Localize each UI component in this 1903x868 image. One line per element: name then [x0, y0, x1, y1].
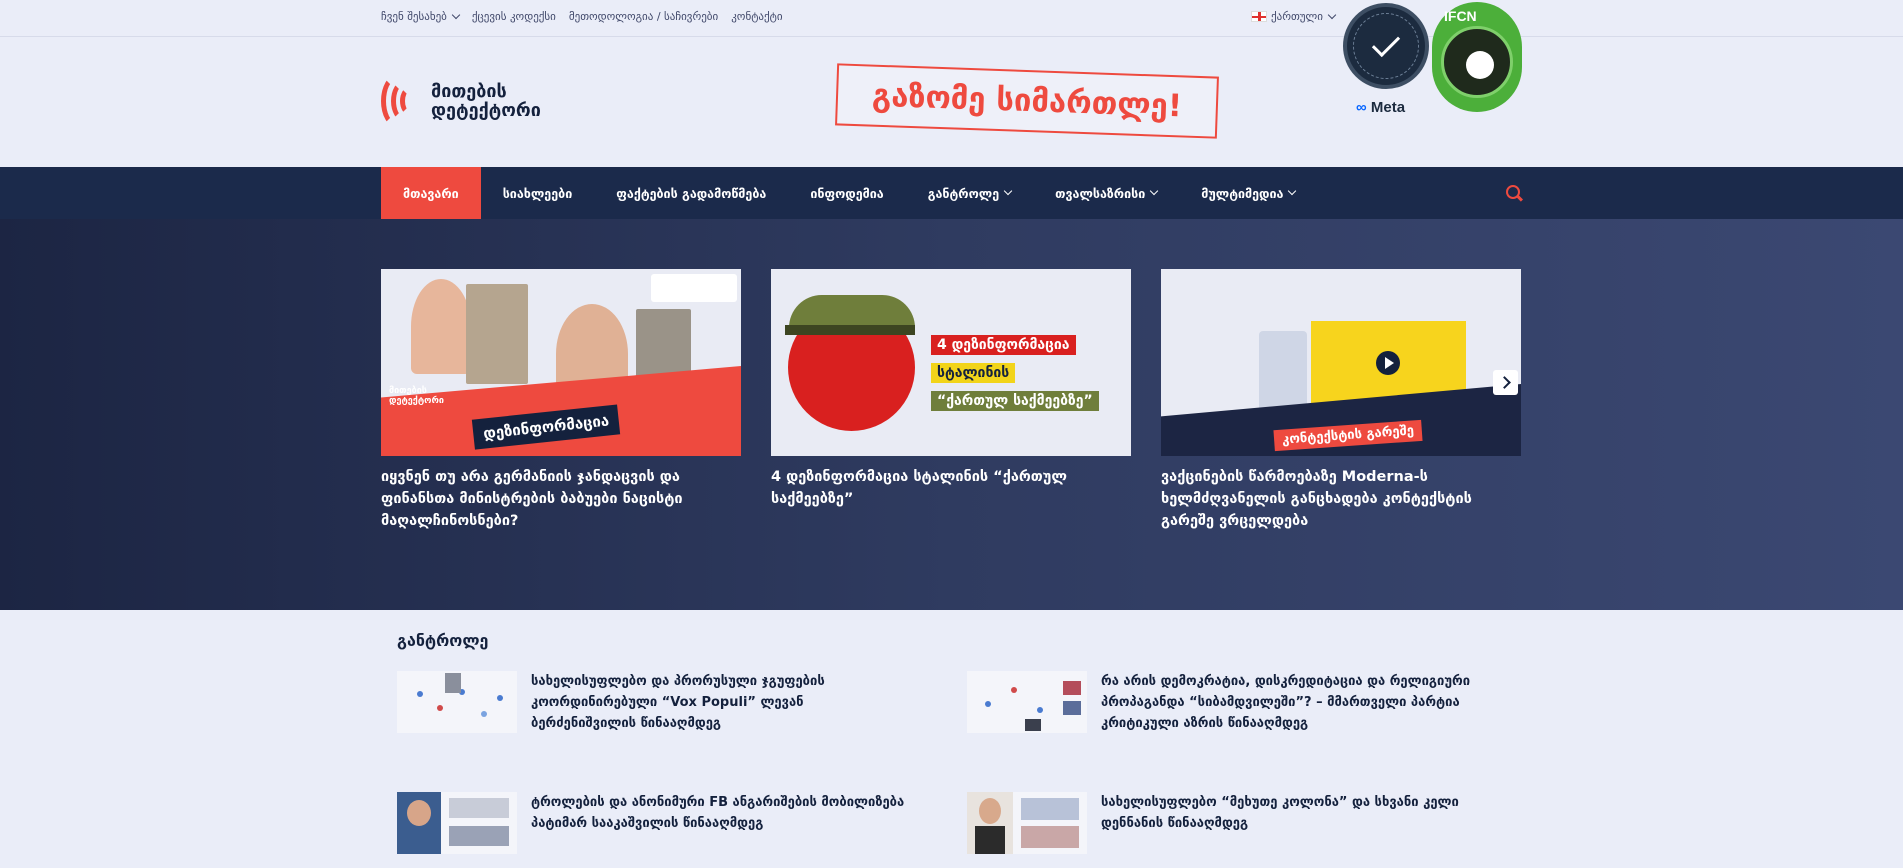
- nav-item-home[interactable]: მთავარი: [381, 167, 481, 219]
- featured-card[interactable]: მითების დეტექტორი დეზინფორმაცია იყვნენ თ…: [381, 269, 741, 532]
- language-selector[interactable]: ქართული: [1251, 10, 1337, 23]
- post-thumbnail[interactable]: [967, 792, 1087, 854]
- featured-card-image[interactable]: კონტექსტის გარეშე: [1161, 269, 1521, 456]
- meta-label: Meta: [1370, 99, 1406, 116]
- top-link-label: ქცევის კოდექსი: [471, 10, 556, 23]
- nav-item-news[interactable]: სიახლეები: [481, 167, 595, 219]
- post-title[interactable]: სახელისუფლებო და პრორუსული ჯგუფების კოორ…: [531, 671, 911, 734]
- site-logo[interactable]: მითების დეტექტორი: [381, 75, 541, 127]
- ifcn-signatory-badge[interactable]: IFCN: [1432, 2, 1522, 112]
- logo-line-2: დეტექტორი: [431, 100, 541, 121]
- post-thumbnail[interactable]: [397, 792, 517, 854]
- list-item[interactable]: ტროლების და ანონიმური FB ანგარიშების მობ…: [397, 792, 911, 854]
- featured-card-image[interactable]: 4 დეზინფორმაცია სტალინის “ქართულ საქმეებ…: [771, 269, 1131, 456]
- logo-waves-icon: [381, 75, 429, 127]
- ifcn-label: IFCN: [1444, 8, 1477, 24]
- slogan-banner: გაზომე სიმართლე!: [835, 63, 1219, 139]
- nav-items: მთავარი სიახლეები ფაქტების გადამოწმება ი…: [381, 167, 1317, 219]
- nav-item-label: ინფოდემია: [810, 185, 884, 201]
- top-utility-bar: ჩვენ შესახებ ქცევის კოდექსი მეთოდოლოგია …: [0, 0, 1903, 37]
- logo-line-1: მითების: [431, 81, 507, 102]
- top-link-methodology[interactable]: მეთოდოლოგია / საჩივრები: [569, 10, 718, 23]
- list-item[interactable]: რა არის დემოკრატია, დისკრედიტაცია და რელ…: [967, 671, 1481, 734]
- top-link-about[interactable]: ჩვენ შესახებ: [381, 10, 461, 23]
- thumbnail-logo: მითების დეტექტორი: [389, 386, 444, 406]
- chevron-down-icon: [1003, 186, 1013, 196]
- top-link-code-of-conduct[interactable]: ქცევის კოდექსი: [472, 10, 556, 23]
- list-item[interactable]: სახელისუფლებო და პრორუსული ჯგუფების კოორ…: [397, 671, 911, 734]
- post-title[interactable]: ტროლების და ანონიმური FB ანგარიშების მობ…: [531, 792, 911, 854]
- post-title[interactable]: სახელისუფლებო “მეხუთე კოლონა” და სხვანი …: [1101, 792, 1481, 854]
- featured-card-title[interactable]: 4 დეზინფორმაცია სტალინის “ქართულ საქმეებ…: [771, 466, 1131, 510]
- featured-card[interactable]: კონტექსტის გარეშე ვაქცინების წარმოებაზე …: [1161, 269, 1521, 532]
- top-links: ჩვენ შესახებ ქცევის კოდექსი მეთოდოლოგია …: [381, 10, 796, 23]
- chevron-down-icon: [451, 10, 461, 19]
- play-icon[interactable]: [1376, 351, 1400, 375]
- thumbnail-logo-line-1: მითების: [389, 386, 427, 396]
- featured-card-image[interactable]: მითების დეტექტორი დეზინფორმაცია: [381, 269, 741, 456]
- channel-one-logo: [651, 274, 737, 302]
- post-thumbnail[interactable]: [967, 671, 1087, 733]
- carousel-next-button[interactable]: [1493, 370, 1518, 395]
- top-link-label: კონტაქტი: [731, 10, 783, 23]
- nav-item-label: განტროლე: [927, 185, 1000, 201]
- main-navigation: მთავარი სიახლეები ფაქტების გადამოწმება ი…: [0, 167, 1903, 219]
- post-thumbnail[interactable]: [397, 671, 517, 733]
- nav-item-label: სიახლეები: [502, 185, 573, 201]
- cap-brim: [785, 325, 915, 335]
- top-link-label: მეთოდოლოგია / საჩივრები: [568, 10, 719, 23]
- search-icon[interactable]: [1506, 185, 1520, 199]
- ifcn-seal-center: [1466, 51, 1494, 79]
- ifcn-seal: [1441, 26, 1513, 98]
- top-link-contact[interactable]: კონტაქტი: [731, 10, 782, 23]
- nav-item-gantrole[interactable]: განტროლე: [906, 167, 1033, 219]
- chevron-down-icon: [1288, 186, 1297, 196]
- meta-fact-checking-partner-badge[interactable]: [1343, 3, 1429, 89]
- archive-photo: [466, 284, 528, 384]
- nav-item-infodemic[interactable]: ინფოდემია: [788, 167, 905, 219]
- headline-bar-3: “ქართულ საქმეებზე”: [931, 391, 1099, 411]
- featured-card-title[interactable]: იყვნენ თუ არა გერმანიის ჯანდაცვის და ფინ…: [381, 466, 741, 532]
- nav-item-multimedia[interactable]: მულტიმედია: [1179, 167, 1317, 219]
- nav-item-label: ფაქტების გადამოწმება: [616, 185, 767, 201]
- section-title: განტროლე: [397, 631, 489, 650]
- nav-item-label: მთავარი: [403, 185, 459, 201]
- thumbnail-logo-line-2: დეტექტორი: [389, 396, 444, 406]
- top-link-label: ჩვენ შესახებ: [381, 10, 447, 23]
- post-title[interactable]: რა არის დემოკრატია, დისკრედიტაცია და რელ…: [1101, 671, 1481, 734]
- featured-card-title[interactable]: ვაქცინების წარმოებაზე Moderna-ს ხელმძღვა…: [1161, 466, 1521, 532]
- featured-carousel: მითების დეტექტორი დეზინფორმაცია იყვნენ თ…: [0, 219, 1903, 610]
- chevron-down-icon: [1327, 10, 1337, 19]
- person-photo: [411, 279, 471, 374]
- georgia-flag-icon: [1251, 11, 1267, 22]
- meta-infinity-icon: ∞: [1356, 99, 1367, 116]
- meta-logo: ∞ Meta: [1356, 99, 1405, 116]
- featured-card[interactable]: 4 დეზინფორმაცია სტალინის “ქართულ საქმეებ…: [771, 269, 1131, 510]
- chevron-down-icon: [1150, 186, 1159, 196]
- language-label: ქართული: [1271, 10, 1323, 23]
- nav-item-opinion[interactable]: თვალსაზრისი: [1033, 167, 1179, 219]
- nav-item-fact-checks[interactable]: ფაქტების გადამოწმება: [594, 167, 788, 219]
- list-item[interactable]: სახელისუფლებო “მეხუთე კოლონა” და სხვანი …: [967, 792, 1481, 854]
- nav-item-label: თვალსაზრისი: [1055, 185, 1146, 201]
- headline-bar-1: 4 დეზინფორმაცია: [931, 335, 1076, 355]
- headline-bar-2: სტალინის: [931, 363, 1016, 383]
- nav-item-label: მულტიმედია: [1201, 185, 1284, 201]
- logo-text: მითების დეტექტორი: [431, 82, 541, 120]
